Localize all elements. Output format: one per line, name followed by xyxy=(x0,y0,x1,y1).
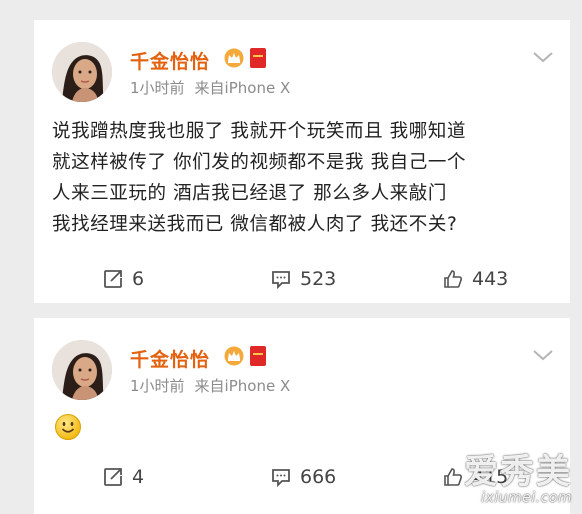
comment-icon xyxy=(272,469,290,488)
username[interactable]: 千金怡怡 xyxy=(130,47,210,74)
post-source: 来自iPhone X xyxy=(194,79,291,97)
chevron-down-icon[interactable] xyxy=(532,348,554,362)
like-thumb-icon xyxy=(444,270,462,288)
crown-badge-icon[interactable] xyxy=(224,48,244,68)
smiley-emoji-icon xyxy=(55,414,81,440)
post-text-line: 我找经理来送我而已 微信都被人肉了 我还不关? xyxy=(52,214,458,235)
comment-count: 523 xyxy=(300,268,337,290)
post-text-line: 就这样被传了 你们发的视频都不是我 我自己一个 xyxy=(52,152,467,173)
watermark-url: ixiumei.com xyxy=(481,490,572,506)
like-thumb-icon xyxy=(444,468,462,486)
chevron-down-icon[interactable] xyxy=(532,50,554,64)
post-text-line: 人来三亚玩的 酒店我已经退了 那么多人来敲门 xyxy=(52,183,447,204)
post-time: 1小时前 xyxy=(130,79,185,97)
crown-badge-icon[interactable] xyxy=(224,346,244,366)
repost-icon xyxy=(104,270,122,288)
repost-icon xyxy=(104,468,122,486)
top-separator xyxy=(0,0,582,20)
comment-icon xyxy=(272,271,290,290)
repost-count: 6 xyxy=(132,268,145,290)
site-watermark: 爱秀美 ixiumei.com xyxy=(464,454,572,506)
post-source: 来自iPhone X xyxy=(194,377,291,395)
repost-button[interactable]: 6 xyxy=(102,264,144,294)
post-meta: 1小时前 来自iPhone X xyxy=(130,77,290,98)
watermark-logo-text: 爱秀美 xyxy=(464,452,572,492)
like-count: 443 xyxy=(472,268,509,290)
repost-count: 4 xyxy=(132,466,145,488)
comment-count: 666 xyxy=(300,466,337,488)
red-packet-badge-icon[interactable] xyxy=(250,48,266,68)
post-meta: 1小时前 来自iPhone X xyxy=(130,375,290,396)
post-text-line: 说我蹭热度我也服了 我就开个玩笑而且 我哪知道 xyxy=(52,121,467,142)
username[interactable]: 千金怡怡 xyxy=(130,345,210,372)
avatar[interactable] xyxy=(52,42,112,102)
weibo-post-1: 千金怡怡 1小时前 来自iPhone X 说我蹭热度我也服了 我就开个玩笑而且 我… xyxy=(34,20,570,303)
like-button[interactable]: 443 xyxy=(442,264,508,294)
red-packet-badge-icon[interactable] xyxy=(250,346,266,366)
post-text: 说我蹭热度我也服了 我就开个玩笑而且 我哪知道 就这样被传了 你们发的视频都不是… xyxy=(52,116,562,240)
post-time: 1小时前 xyxy=(130,377,185,395)
avatar[interactable] xyxy=(52,340,112,400)
repost-button[interactable]: 4 xyxy=(102,462,144,492)
post-actions: 6 523 443 xyxy=(34,264,570,294)
comment-button[interactable]: 666 xyxy=(270,462,336,492)
comment-button[interactable]: 523 xyxy=(270,264,336,294)
